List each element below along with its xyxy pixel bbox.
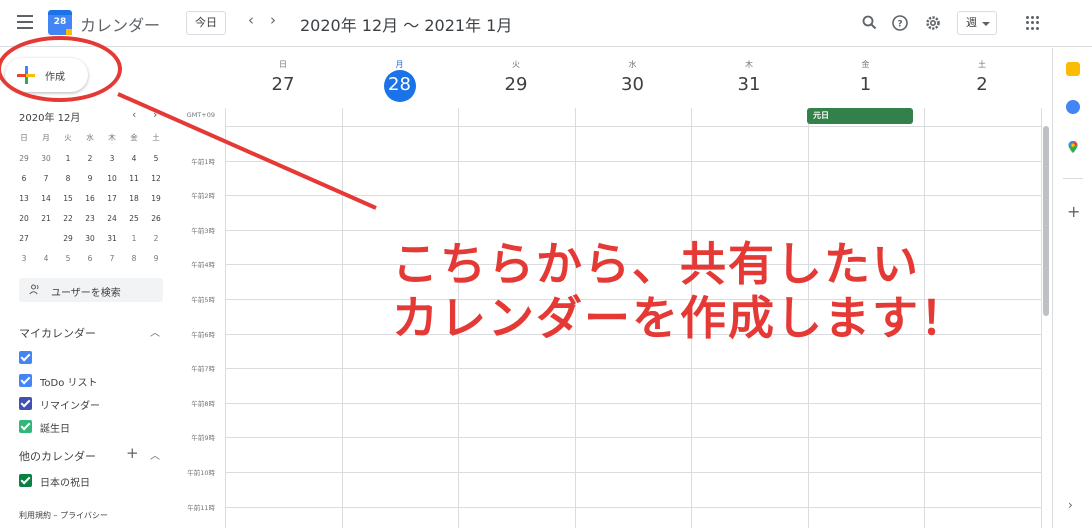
calendar-page: 28 カレンダー 今日 ‹ › 2020年 12月 ～ 2021年 1月 ? 週 [0,0,1092,528]
annotation-text-line2: カレンダーを作成します！ [392,291,968,345]
